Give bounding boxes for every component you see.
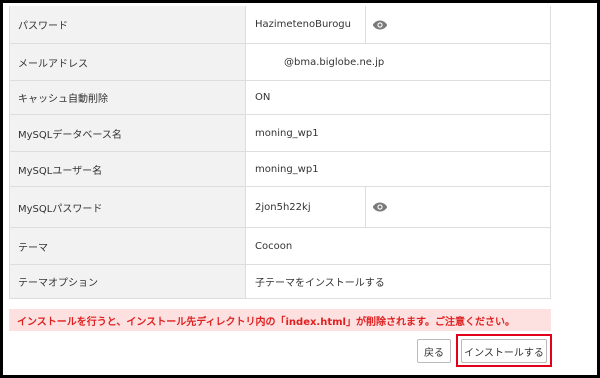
back-button[interactable]: 戻る — [417, 339, 451, 363]
theme-value: Cocoon — [255, 240, 293, 252]
install-button[interactable]: インストールする — [461, 339, 547, 363]
field-label: テーマオプション — [10, 265, 246, 298]
email-value: @bma.biglobe.ne.jp — [284, 56, 385, 68]
row-mysql-user: MySQLユーザー名 moning_wp1 — [10, 152, 550, 187]
field-label: MySQLユーザー名 — [10, 152, 246, 186]
field-label: パスワード — [10, 6, 246, 43]
show-password-toggle[interactable] — [366, 201, 394, 213]
row-mysql-password: MySQLパスワード 2jon5h22kj — [10, 187, 550, 228]
field-label: MySQLデータベース名 — [10, 115, 246, 151]
row-password: パスワード HazimetenoBurogu — [10, 6, 550, 44]
settings-table: パスワード HazimetenoBurogu メールアドレス @bma.bigl… — [9, 6, 551, 299]
field-label: テーマ — [10, 228, 246, 264]
eye-icon[interactable] — [372, 19, 388, 31]
field-label: MySQLパスワード — [10, 187, 246, 227]
field-value-cell: 2jon5h22kj — [246, 187, 550, 227]
cache-value: ON — [255, 92, 271, 103]
row-mysql-db-name: MySQLデータベース名 moning_wp1 — [10, 115, 550, 152]
theme-option-value: 子テーマをインストールする — [255, 278, 385, 289]
eye-icon[interactable] — [372, 201, 388, 213]
row-theme: テーマ Cocoon — [10, 228, 550, 265]
password-value: HazimetenoBurogu — [255, 19, 351, 30]
db-password-value: 2jon5h22kj — [255, 201, 311, 213]
show-password-toggle[interactable] — [366, 19, 394, 31]
db-user-value: moning_wp1 — [255, 163, 319, 175]
window-frame: パスワード HazimetenoBurogu メールアドレス @bma.bigl… — [0, 0, 600, 378]
field-value-cell: HazimetenoBurogu — [246, 6, 550, 43]
field-label: メールアドレス — [10, 44, 246, 80]
row-theme-option: テーマオプション 子テーマをインストールする — [10, 265, 550, 299]
db-name-value: moning_wp1 — [255, 127, 319, 139]
row-cache-auto-delete: キャッシュ自動削除 ON — [10, 81, 550, 115]
warning-notice: インストールを行うと、インストール先ディレクトリ内の「index.html」が削… — [9, 309, 551, 331]
row-email: メールアドレス @bma.biglobe.ne.jp — [10, 44, 550, 81]
field-label: キャッシュ自動削除 — [10, 81, 246, 114]
